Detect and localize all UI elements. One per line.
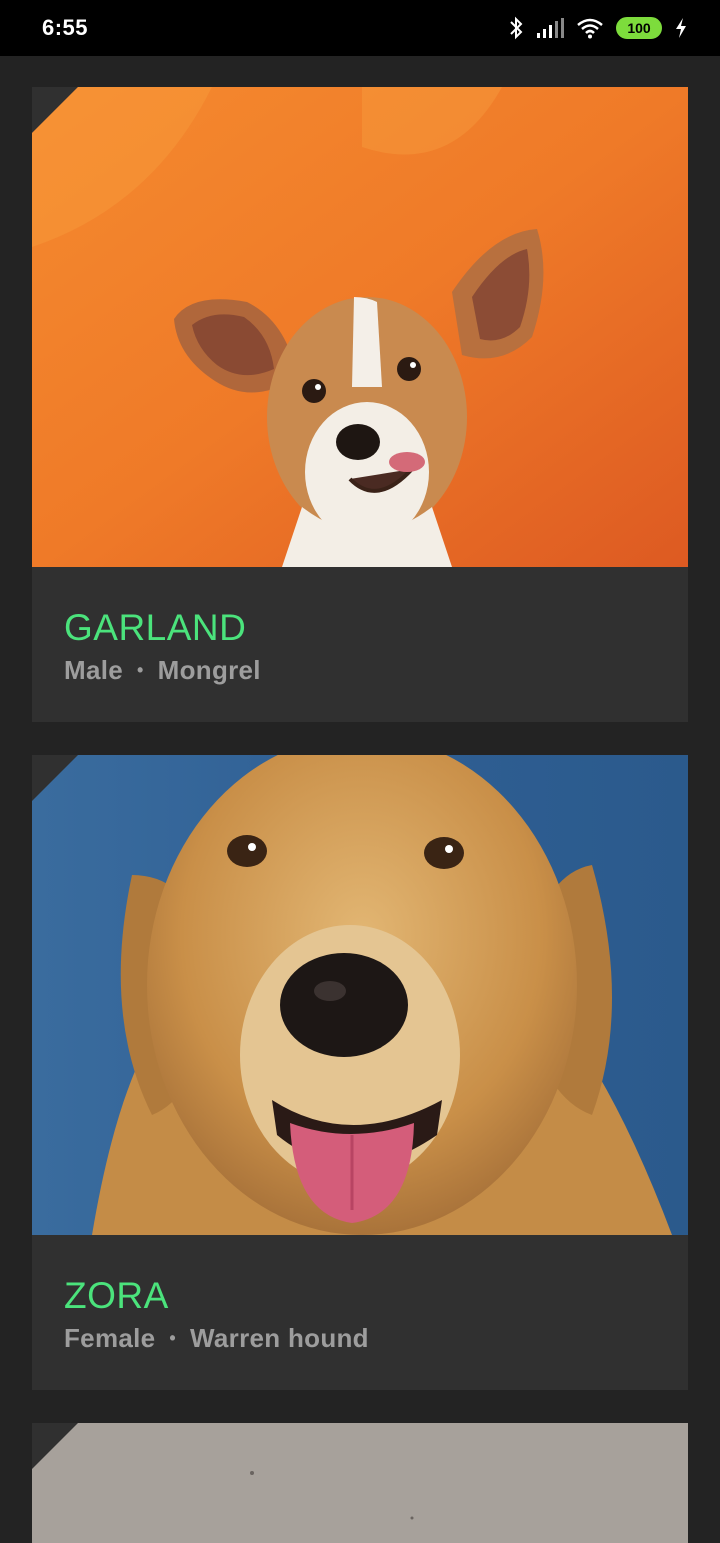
signal-icon — [536, 17, 564, 39]
dog-meta: Female • Warren hound — [64, 1323, 656, 1354]
dog-breed: Warren hound — [190, 1323, 369, 1353]
bluetooth-icon — [508, 16, 524, 40]
dog-meta: Male • Mongrel — [64, 655, 656, 686]
dog-photo[interactable] — [32, 87, 688, 567]
dog-info: GARLAND Male • Mongrel — [32, 567, 688, 686]
dog-gender: Female — [64, 1323, 156, 1353]
dog-gender: Male — [64, 655, 124, 685]
dog-card-zora[interactable]: ZORA Female • Warren hound — [32, 755, 688, 1390]
status-time: 6:55 — [42, 15, 89, 40]
status-bar: 6:55 100 — [0, 0, 720, 56]
separator-dot: • — [137, 660, 144, 680]
dog-list[interactable]: GARLAND Male • Mongrel ZORA Female • War… — [32, 87, 688, 1543]
dog-photo[interactable] — [32, 1423, 688, 1543]
charging-icon — [674, 17, 688, 39]
dog-name: ZORA — [64, 1275, 169, 1316]
status-icons: 100 — [508, 16, 688, 40]
corgi-photo — [32, 87, 688, 567]
golden-retriever-photo — [32, 755, 688, 1235]
separator-dot: • — [169, 1328, 177, 1348]
battery-icon: 100 — [616, 17, 662, 39]
dog-photo-partial — [32, 1423, 688, 1543]
dog-breed: Mongrel — [157, 655, 261, 685]
dog-info: ZORA Female • Warren hound — [32, 1235, 688, 1354]
wifi-icon — [576, 17, 604, 39]
dog-photo[interactable] — [32, 755, 688, 1235]
dog-card-partial[interactable] — [32, 1423, 688, 1543]
dog-card-garland[interactable]: GARLAND Male • Mongrel — [32, 87, 688, 722]
dog-name: GARLAND — [64, 607, 247, 648]
